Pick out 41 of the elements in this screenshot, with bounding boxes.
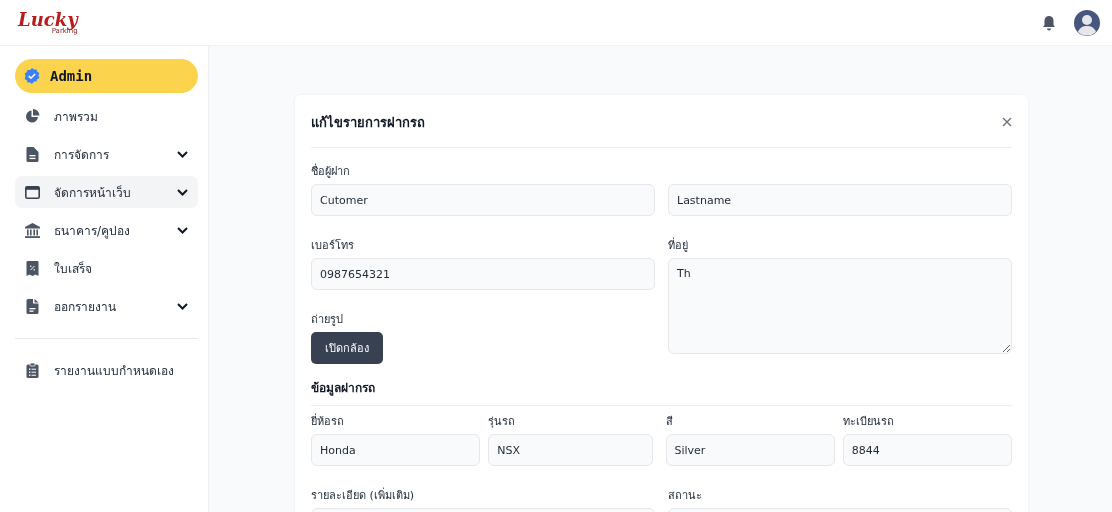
sidebar-item[interactable]: ธนาคาร/คูปอง [15, 214, 198, 246]
section-heading: ข้อมูลฝากรถ [311, 372, 1012, 406]
address-field[interactable]: Th [668, 258, 1012, 354]
pie-chart-icon [25, 109, 40, 123]
open-camera-button[interactable]: เปิดกล้อง [311, 332, 383, 364]
text-field[interactable]: NSX [488, 434, 653, 466]
sidebar-item[interactable]: จัดการหน้าเว็บ [15, 176, 198, 208]
sidebar-item[interactable]: ออกรายงาน [15, 290, 198, 322]
document-text-icon [25, 298, 40, 314]
field-label: ยี่ห้อรถ [311, 412, 345, 426]
text-field[interactable]: 8844 [842, 434, 1012, 466]
receipt-icon [25, 260, 40, 276]
field-label: ถ่ายรูป [311, 312, 344, 324]
field-label: สถานะ [668, 488, 703, 500]
dialog-title: แก้ไขรายการฝากรถ [311, 113, 425, 132]
field-label: เบอร์โทร [311, 238, 355, 250]
text-field[interactable]: Silver [665, 434, 835, 466]
field-label: รายละเอียด (เพิ่มเติม) [311, 486, 416, 500]
sidebar-item[interactable]: รายงานแบบกำหนดเอง [15, 354, 198, 386]
field-label: ที่อยู่ [668, 236, 689, 250]
field-label: สี [665, 414, 674, 426]
text-field[interactable]: Honda [311, 434, 481, 466]
clipboard-icon [25, 362, 40, 378]
sidebar-item[interactable]: ใบเสร็จ [15, 252, 198, 284]
first-name-field[interactable]: Cutomer [311, 184, 655, 216]
last-name-field[interactable]: Lastname [668, 184, 1012, 216]
browser-window-icon [25, 185, 40, 199]
field-label: ชื่อผู้ฝาก [311, 162, 351, 176]
document-icon [25, 146, 40, 162]
verified-badge-icon [24, 68, 40, 84]
field-label: ทะเบียนรถ [842, 414, 895, 426]
close-icon[interactable] [1002, 117, 1012, 127]
sidebar-item[interactable]: การจัดการ [15, 138, 198, 170]
sidebar-item[interactable]: ภาพรวม [15, 100, 198, 132]
admin-profile-badge[interactable]: Admin [15, 59, 198, 93]
field-label: รุ่นรถ [488, 414, 517, 426]
logo-title: Lucky [18, 10, 78, 29]
phone-field[interactable]: 0987654321 [311, 258, 655, 290]
avatar-icon[interactable] [1074, 9, 1100, 36]
bank-icon [25, 222, 40, 238]
bell-icon[interactable] [1042, 14, 1056, 31]
